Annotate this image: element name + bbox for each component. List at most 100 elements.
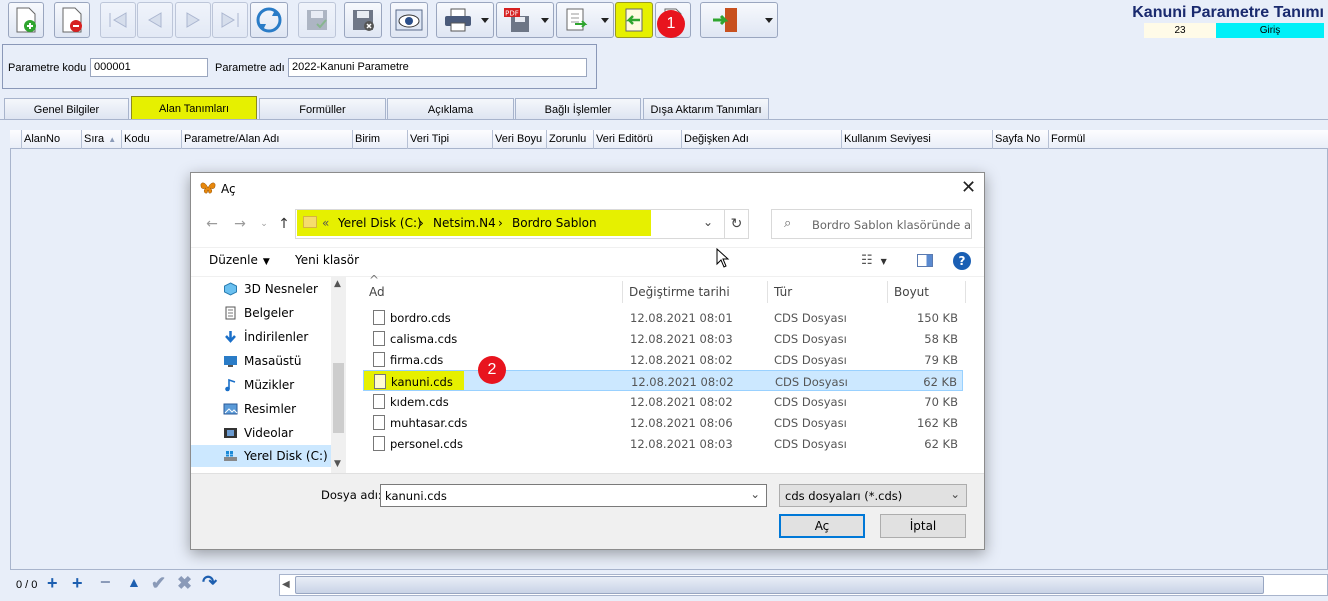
new-button[interactable]	[8, 2, 44, 38]
last-button[interactable]	[212, 2, 248, 38]
column-sayfa-no[interactable]: Sayfa No	[993, 130, 1049, 149]
column-kullanim-seviyesi[interactable]: Kullanım Seviyesi	[842, 130, 993, 149]
search-box[interactable]: ⌕ Bordro Sablon klasöründe ara	[771, 209, 972, 239]
header-size[interactable]: Boyut	[888, 281, 966, 303]
scrollbar-thumb[interactable]	[295, 576, 1264, 594]
music-note-icon	[225, 378, 236, 392]
column-alanno[interactable]: AlanNo	[22, 130, 82, 149]
tab-aciklama[interactable]: Açıklama	[387, 98, 514, 120]
sidebar-scroll-thumb[interactable]	[333, 363, 344, 433]
exit-button[interactable]	[700, 2, 778, 38]
sidebar-item-pictures[interactable]: Resimler	[191, 398, 331, 420]
preview-pane-icon[interactable]	[917, 254, 933, 267]
export-icon	[566, 8, 588, 31]
file-date: 12.08.2021 08:02	[630, 395, 733, 409]
column-sira[interactable]: Sıra ▲	[82, 130, 122, 149]
help-icon[interactable]: ?	[953, 252, 971, 270]
sidebar-item-downloads[interactable]: İndirilenler	[191, 326, 331, 348]
pdf-button[interactable]: PDF	[496, 2, 554, 38]
breadcrumb-netsim[interactable]: Netsim.N4	[433, 216, 496, 230]
sidebar-label: Müzikler	[244, 378, 295, 392]
file-row[interactable]: kıdem.cds 12.08.2021 08:02 CDS Dosyası 70 K…	[363, 391, 963, 412]
view-options-icon[interactable]: ☷ ▼	[861, 253, 887, 268]
file-row[interactable]: calisma.cds 12.08.2021 08:03 CDS Dosyası 58…	[363, 328, 963, 349]
eye-icon	[395, 9, 423, 31]
tab-bagli-islemler[interactable]: Bağlı İşlemler	[515, 98, 641, 120]
remove-record-icon[interactable]: −	[100, 572, 111, 593]
column-veri-tipi[interactable]: Veri Tipi	[408, 130, 493, 149]
sidebar-item-desktop[interactable]: Masaüstü	[191, 350, 331, 372]
column-parametre-alan-adi[interactable]: Parametre/Alan Adı	[182, 130, 353, 149]
refresh-folder-icon[interactable]: ↻	[724, 210, 748, 238]
delete-button[interactable]	[54, 2, 90, 38]
file-row[interactable]: firma.cds 12.08.2021 08:02 CDS Dosyası 79 K…	[363, 349, 963, 370]
breadcrumb-overflow[interactable]: «	[322, 216, 329, 230]
column-veri-boyu[interactable]: Veri Boyu	[493, 130, 547, 149]
header-type[interactable]: Tür	[768, 281, 888, 303]
file-row[interactable]: personel.cds 12.08.2021 08:03 CDS Dosyası 6…	[363, 433, 963, 454]
next-button[interactable]	[175, 2, 211, 38]
scroll-left-icon[interactable]: ◀	[282, 579, 290, 590]
column-veri-editoru[interactable]: Veri Editörü	[594, 130, 682, 149]
tab-formuller[interactable]: Formüller	[259, 98, 386, 120]
tab-disa-aktarim[interactable]: Dışa Aktarım Tanımları	[643, 98, 769, 120]
forward-arrow-icon[interactable]: →	[231, 215, 249, 233]
file-row[interactable]: muhtasar.cds 12.08.2021 08:06 CDS Dosyası 1…	[363, 412, 963, 433]
cancel-button[interactable]: İptal	[880, 514, 966, 538]
add-record-icon[interactable]: +	[47, 573, 58, 594]
print-button[interactable]	[436, 2, 494, 38]
column-zorunlu[interactable]: Zorunlu	[547, 130, 594, 149]
filename-dropdown-icon[interactable]: ⌄	[750, 487, 760, 501]
export-button[interactable]	[556, 2, 614, 38]
new-folder-button[interactable]: Yeni klasör	[295, 253, 359, 267]
file-row[interactable]: bordro.cds 12.08.2021 08:01 CDS Dosyası 150…	[363, 307, 963, 328]
file-row-selected[interactable]: kanuni.cds 12.08.2021 08:02 CDS Dosyası 62 …	[363, 370, 963, 391]
sidebar-item-videos[interactable]: Videolar	[191, 422, 331, 444]
column-degisken-adi[interactable]: Değişken Adı	[682, 130, 842, 149]
import-button[interactable]	[615, 2, 653, 38]
cancel-edit-icon[interactable]: ✖	[177, 573, 192, 594]
breadcrumb-bordro-sablon[interactable]: Bordro Sablon	[512, 216, 597, 230]
open-button[interactable]: Aç	[779, 514, 865, 538]
parameter-code-input[interactable]: 000001	[90, 58, 208, 77]
parameter-name-input[interactable]: 2022-Kanuni Parametre	[288, 58, 587, 77]
breadcrumb-yerel-disk[interactable]: Yerel Disk (C:)	[338, 216, 422, 230]
tab-genel-bilgiler[interactable]: Genel Bilgiler	[4, 98, 129, 120]
file-type: CDS Dosyası	[775, 375, 848, 389]
column-kodu[interactable]: Kodu	[122, 130, 182, 149]
file-size: 79 KB	[924, 353, 958, 367]
up-arrow-icon[interactable]: ↑	[275, 215, 293, 233]
refresh-button[interactable]	[250, 2, 288, 38]
header-date[interactable]: Değiştirme tarihi	[623, 281, 768, 303]
move-up-icon[interactable]: ▲	[127, 574, 141, 590]
back-arrow-icon[interactable]: ←	[203, 215, 221, 233]
column-formul[interactable]: Formül	[1049, 130, 1328, 149]
recent-dropdown-icon[interactable]: ⌄	[255, 215, 273, 233]
confirm-icon[interactable]: ✔	[151, 573, 166, 594]
sidebar-item-documents[interactable]: Belgeler	[191, 302, 331, 324]
file-icon	[373, 415, 385, 430]
preview-button[interactable]	[390, 2, 428, 38]
first-button[interactable]	[100, 2, 136, 38]
printer-icon	[445, 8, 471, 32]
column-birim[interactable]: Birim	[353, 130, 408, 149]
scroll-up-icon[interactable]: ▲	[334, 279, 341, 289]
sidebar-item-local-disk[interactable]: Yerel Disk (C:)	[191, 445, 331, 467]
scroll-down-icon[interactable]: ▼	[334, 459, 341, 469]
prev-button[interactable]	[137, 2, 173, 38]
refresh-grid-icon[interactable]: ↷	[202, 572, 217, 593]
insert-record-icon[interactable]: +	[72, 573, 83, 594]
tab-alan-tanimlari[interactable]: Alan Tanımları	[131, 96, 257, 120]
filename-input[interactable]: kanuni.cds ⌄	[380, 484, 767, 507]
close-icon[interactable]: ✕	[961, 177, 976, 198]
save-button[interactable]	[298, 2, 336, 38]
sidebar-item-music[interactable]: Müzikler	[191, 374, 331, 396]
sort-ascending-icon: ▲	[108, 135, 117, 144]
header-name[interactable]: Ad	[363, 281, 623, 303]
address-dropdown-icon[interactable]: ⌄	[703, 215, 713, 229]
sidebar-item-3d-objects[interactable]: 3D Nesneler	[191, 278, 331, 300]
file-type-filter[interactable]: cds dosyaları (*.cds) ⌄	[779, 484, 967, 507]
cancel-save-button[interactable]	[344, 2, 382, 38]
organize-button[interactable]: Düzenle ▼	[209, 253, 270, 267]
file-name: kıdem.cds	[390, 395, 449, 409]
